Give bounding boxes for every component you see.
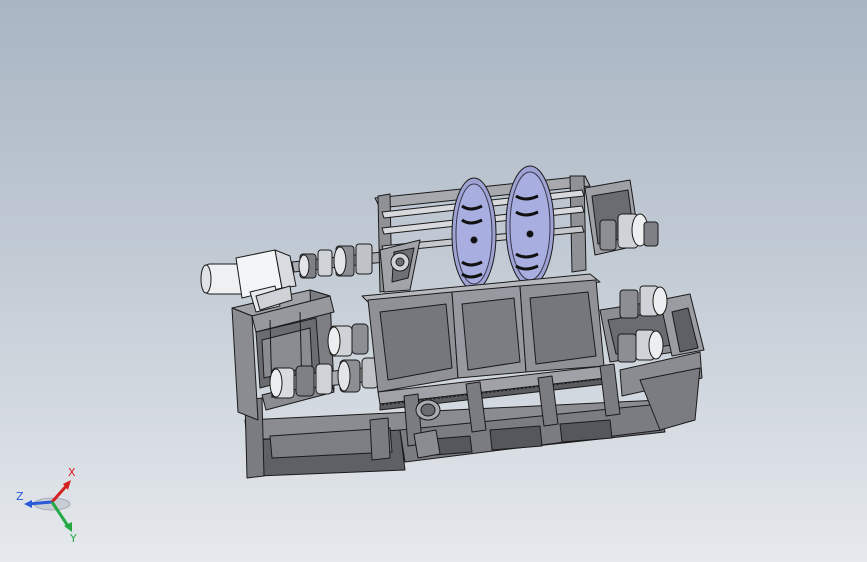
machine-assembly-model[interactable]: [0, 0, 867, 562]
screen-disc-left[interactable]: [451, 177, 497, 291]
z-axis-label: Z: [16, 490, 24, 503]
z-arrowhead-icon: [24, 500, 32, 508]
screen-disc-right[interactable]: [505, 165, 555, 287]
graphics-viewport[interactable]: Z X Y: [0, 0, 867, 562]
motor-stand[interactable]: [231, 289, 335, 421]
y-axis-label: Y: [69, 532, 77, 544]
axis-triad: Z X Y: [16, 466, 77, 544]
x-axis-label: X: [68, 466, 76, 479]
base-frame[interactable]: [244, 397, 666, 479]
hopper[interactable]: [361, 273, 607, 411]
drive-motor[interactable]: [200, 249, 297, 313]
